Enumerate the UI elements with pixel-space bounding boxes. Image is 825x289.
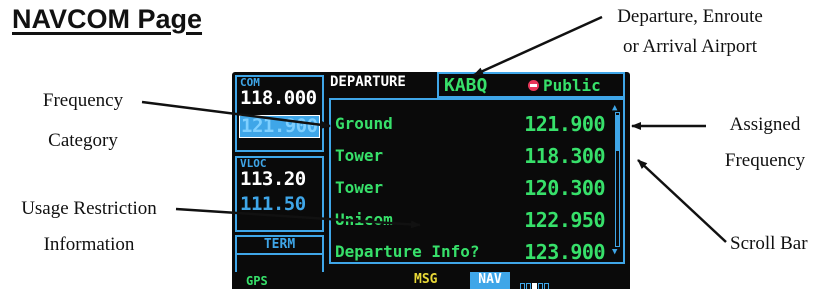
arrow-usage-restriction (175, 207, 421, 229)
arrow-scroll-bar (637, 159, 727, 243)
arrow-departure-airport (473, 15, 603, 77)
callout-arrows (141, 15, 727, 243)
arrow-frequency-category (141, 100, 331, 129)
